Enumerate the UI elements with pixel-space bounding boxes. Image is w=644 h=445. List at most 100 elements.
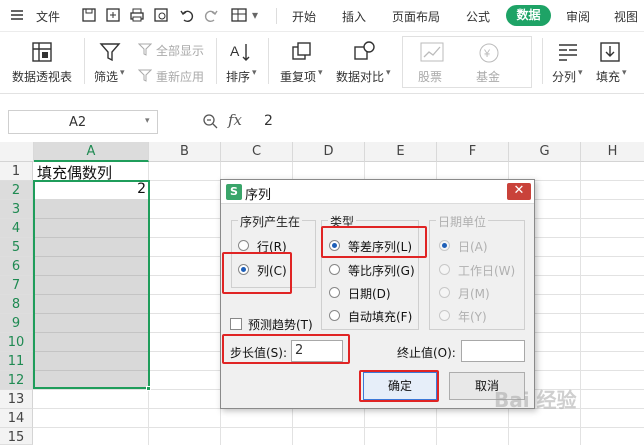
name-box[interactable]: A2 ▾	[8, 110, 158, 134]
row-header-4[interactable]: 4	[0, 219, 33, 238]
cell-a1-value[interactable]: 填充偶数列	[37, 162, 112, 183]
trend-checkbox[interactable]	[230, 318, 242, 330]
fill-button[interactable]: 填充	[596, 68, 620, 85]
row-header-2[interactable]: 2	[0, 181, 33, 200]
date-radio[interactable]	[329, 287, 340, 298]
date-radio-label[interactable]: 日期(D)	[348, 285, 391, 302]
stock-button[interactable]: 股票	[418, 68, 442, 85]
pivot-table-button[interactable]: 数据透视表	[12, 68, 72, 85]
format-icon[interactable]	[230, 6, 248, 24]
series-in-title: 序列产生在	[238, 213, 303, 230]
filter-button[interactable]: 筛选	[94, 68, 118, 85]
tab-data[interactable]: 数据	[506, 5, 551, 26]
row-header-15[interactable]: 15	[0, 428, 33, 445]
show-all-button[interactable]: 全部显示	[156, 42, 204, 59]
duplicates-button[interactable]: 重复项	[280, 68, 316, 85]
stop-value-input[interactable]	[461, 340, 525, 362]
zoom-formula-icon[interactable]	[202, 113, 218, 129]
column-header-f[interactable]: F	[437, 142, 509, 162]
autofill-radio-label[interactable]: 自动填充(F)	[348, 308, 412, 325]
sort-button[interactable]: 排序	[226, 68, 250, 85]
fx-icon[interactable]: fx	[228, 111, 242, 129]
close-icon[interactable]: ✕	[507, 183, 531, 200]
reapply-button[interactable]: 重新应用	[156, 68, 204, 85]
column-header-d[interactable]: D	[293, 142, 365, 162]
row-header-3[interactable]: 3	[0, 200, 33, 219]
row-header-5[interactable]: 5	[0, 238, 33, 257]
fund-button[interactable]: 基金	[476, 68, 500, 85]
file-menu[interactable]: 文件	[36, 8, 60, 25]
export-icon[interactable]	[104, 6, 122, 24]
split-column-button[interactable]: 分列	[552, 68, 576, 85]
tab-page-layout[interactable]: 页面布局	[392, 8, 440, 25]
column-header-b[interactable]: B	[149, 142, 221, 162]
split-dropdown-icon[interactable]: ▾	[578, 68, 583, 78]
filter-dropdown-icon[interactable]: ▾	[120, 68, 125, 78]
growth-radio-label[interactable]: 等比序列(G)	[348, 262, 415, 279]
row-header-12[interactable]: 12	[0, 371, 33, 390]
ribbon-toolbar: 数据透视表 筛选 ▾ 全部显示 重新应用 A 排序 ▾ 重复项 ▾ 数据对比 ▾…	[0, 32, 644, 94]
select-all-corner[interactable]	[0, 142, 34, 162]
year-radio[interactable]	[439, 310, 450, 321]
weekday-radio[interactable]	[439, 264, 450, 275]
tab-view[interactable]: 视图	[614, 8, 638, 25]
fill-handle[interactable]	[146, 386, 151, 391]
pivot-table-icon[interactable]	[30, 40, 54, 64]
compare-dropdown-icon[interactable]: ▾	[386, 68, 391, 78]
tab-review[interactable]: 审阅	[566, 8, 590, 25]
column-header-c[interactable]: C	[221, 142, 293, 162]
selection-border	[33, 180, 150, 389]
row-header-14[interactable]: 14	[0, 409, 33, 428]
preview-icon[interactable]	[152, 6, 170, 24]
filter-icon[interactable]	[98, 40, 122, 64]
hamburger-icon[interactable]	[10, 8, 24, 22]
row-header-7[interactable]: 7	[0, 276, 33, 295]
highlight-linear-option	[321, 226, 427, 258]
tab-home[interactable]: 开始	[292, 8, 316, 25]
trend-checkbox-label[interactable]: 预测趋势(T)	[248, 316, 313, 333]
month-radio[interactable]	[439, 287, 450, 298]
row-header-11[interactable]: 11	[0, 352, 33, 371]
row-radio[interactable]	[238, 240, 249, 251]
sort-dropdown-icon[interactable]: ▾	[252, 68, 257, 78]
column-header-a[interactable]: A	[34, 142, 149, 162]
fill-icon[interactable]	[598, 40, 622, 64]
tab-formulas[interactable]: 公式	[466, 8, 490, 25]
compare-icon[interactable]	[352, 40, 376, 64]
name-box-value: A2	[69, 115, 87, 130]
duplicates-dropdown-icon[interactable]: ▾	[318, 68, 323, 78]
row-header-8[interactable]: 8	[0, 295, 33, 314]
column-header-g[interactable]: G	[509, 142, 581, 162]
column-header-h[interactable]: H	[581, 142, 644, 162]
redo-icon[interactable]	[202, 6, 220, 24]
duplicates-icon[interactable]	[290, 40, 314, 64]
svg-text:A: A	[230, 43, 240, 59]
year-radio-label[interactable]: 年(Y)	[458, 308, 487, 325]
weekday-radio-label[interactable]: 工作日(W)	[458, 262, 515, 279]
month-radio-label[interactable]: 月(M)	[458, 285, 490, 302]
undo-icon[interactable]	[178, 6, 196, 24]
highlight-ok-button	[359, 370, 439, 402]
more-icon[interactable]: ▾	[252, 8, 258, 22]
split-column-icon[interactable]	[556, 40, 580, 64]
row-header-10[interactable]: 10	[0, 333, 33, 352]
save-icon[interactable]	[80, 6, 98, 24]
fill-dropdown-icon[interactable]: ▾	[622, 68, 627, 78]
autofill-radio[interactable]	[329, 310, 340, 321]
tab-insert[interactable]: 插入	[342, 8, 366, 25]
dialog-title-bar[interactable]: S 序列 ✕	[221, 180, 534, 204]
print-icon[interactable]	[128, 6, 146, 24]
app-logo-icon: S	[226, 184, 242, 200]
row-header-9[interactable]: 9	[0, 314, 33, 333]
day-radio-label[interactable]: 日(A)	[458, 238, 488, 255]
compare-button[interactable]: 数据对比	[336, 68, 384, 85]
formula-input[interactable]: 2	[252, 110, 644, 134]
sort-icon[interactable]: A	[228, 40, 252, 64]
row-header-1[interactable]: 1	[0, 162, 33, 181]
name-box-dropdown-icon[interactable]: ▾	[145, 116, 150, 126]
row-header-13[interactable]: 13	[0, 390, 33, 409]
column-header-e[interactable]: E	[365, 142, 437, 162]
growth-radio[interactable]	[329, 264, 340, 275]
day-radio[interactable]	[439, 240, 450, 251]
row-header-6[interactable]: 6	[0, 257, 33, 276]
